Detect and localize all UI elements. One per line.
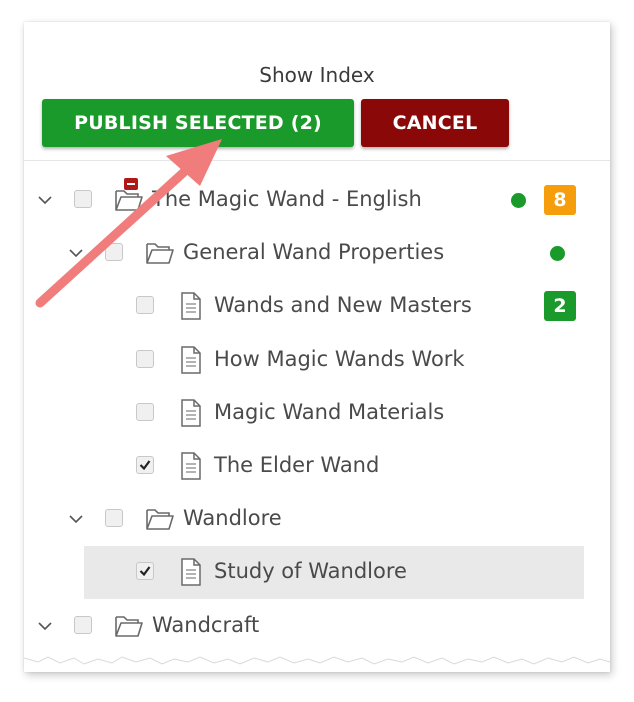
tree-row[interactable]: General Wand Properties xyxy=(24,227,610,280)
tree-item-label: How Magic Wands Work xyxy=(214,346,465,371)
publish-selected-button[interactable]: PUBLISH SELECTED (2) xyxy=(42,99,354,147)
tree-item-label: Magic Wand Materials xyxy=(214,399,445,424)
header-divider xyxy=(24,160,610,161)
tree-item-label: Wands and New Masters xyxy=(214,293,472,318)
unpublished-flag-icon xyxy=(124,178,138,190)
folder-icon xyxy=(145,505,175,533)
tree-item-label: Wandcraft xyxy=(152,612,260,637)
row-checkbox[interactable] xyxy=(105,243,123,262)
folder-icon xyxy=(114,186,144,214)
publish-dialog: Show Index PUBLISH SELECTED (2) CANCEL T… xyxy=(24,22,610,672)
tree-row[interactable]: Magic Wand Materials xyxy=(24,387,610,440)
chevron-down-icon[interactable] xyxy=(36,617,54,635)
tree-row[interactable]: The Elder Wand xyxy=(24,440,610,493)
folder-icon xyxy=(114,612,144,640)
document-icon xyxy=(176,452,206,480)
chevron-down-icon[interactable] xyxy=(67,244,85,262)
torn-edge xyxy=(24,656,610,672)
tree-item-label: Wandlore xyxy=(183,506,282,531)
row-checkbox[interactable] xyxy=(136,562,154,581)
count-badge: 2 xyxy=(544,291,576,322)
row-checkbox[interactable] xyxy=(136,349,154,368)
folder-icon xyxy=(145,239,175,267)
document-icon xyxy=(176,558,206,587)
document-icon xyxy=(176,292,206,321)
tree-row[interactable]: Wandlore xyxy=(24,493,610,546)
tree-item-label: The Elder Wand xyxy=(214,453,380,477)
row-checkbox[interactable] xyxy=(136,296,154,315)
status-dot xyxy=(511,193,526,208)
chevron-down-icon[interactable] xyxy=(67,510,85,528)
row-checkbox[interactable] xyxy=(136,456,154,474)
tree-item-label: The Magic Wand - English xyxy=(152,187,422,211)
row-checkbox[interactable] xyxy=(136,402,154,421)
tree-row[interactable]: How Magic Wands Work xyxy=(24,334,610,387)
tree-row[interactable]: Study of Wandlore xyxy=(24,546,610,600)
row-checkbox[interactable] xyxy=(74,190,92,208)
row-checkbox[interactable] xyxy=(74,615,92,634)
tree-item-label: Study of Wandlore xyxy=(214,559,407,584)
count-badge: 8 xyxy=(544,185,576,215)
cancel-button[interactable]: CANCEL xyxy=(361,99,509,147)
row-checkbox[interactable] xyxy=(105,509,123,528)
show-index-title: Show Index xyxy=(259,63,375,87)
document-icon xyxy=(176,345,206,374)
tree-row[interactable]: Wands and New Masters 2 xyxy=(24,280,610,333)
chevron-down-icon[interactable] xyxy=(36,191,54,209)
tree-row[interactable]: The Magic Wand - English 8 xyxy=(24,174,610,227)
tree-row[interactable]: Wandcraft xyxy=(24,600,610,653)
status-dot xyxy=(550,246,565,262)
tree-item-label: General Wand Properties xyxy=(183,240,445,265)
document-icon xyxy=(176,399,206,427)
